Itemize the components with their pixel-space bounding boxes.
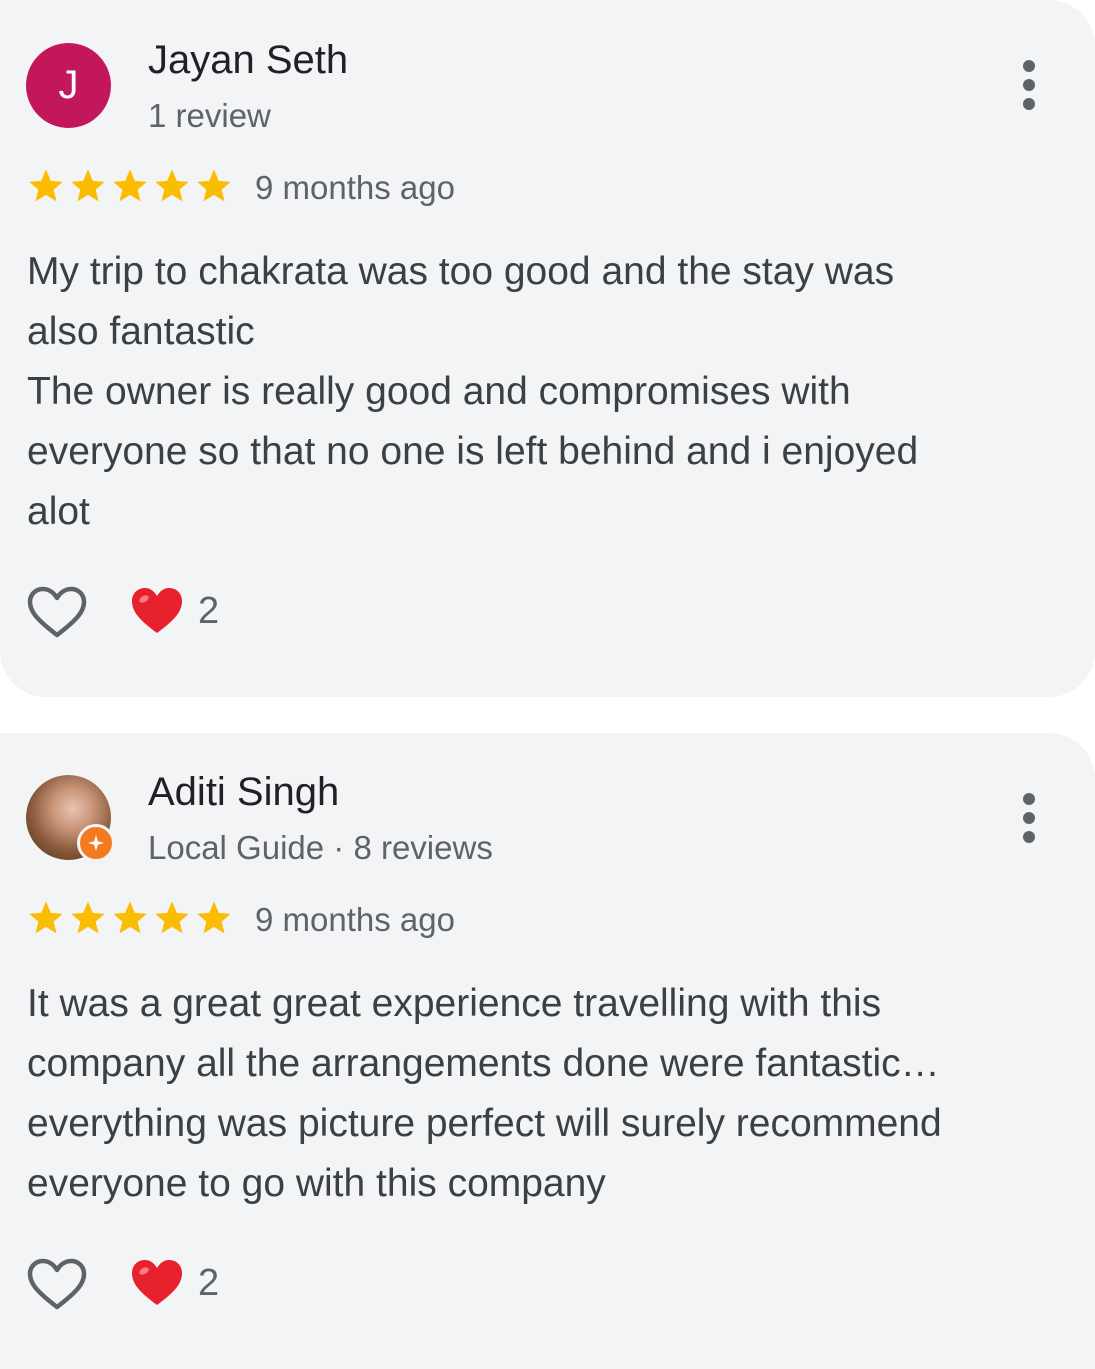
review-time: 9 months ago [255, 169, 455, 206]
review-card: Aditi Singh Local Guide · 8 reviews 9 mo… [0, 733, 1095, 1369]
star-icon [197, 901, 231, 934]
red-heart-emoji-icon [132, 588, 182, 633]
star-icon [71, 169, 105, 202]
star-rating [26, 166, 234, 206]
reaction-chip[interactable]: 2 [130, 586, 219, 636]
star-icon [29, 169, 63, 202]
heart-outline-icon[interactable] [26, 1257, 88, 1313]
avatar[interactable] [26, 775, 115, 862]
reviewer-name[interactable]: Jayan Seth [148, 40, 348, 80]
red-heart-emoji-icon [132, 1260, 182, 1305]
star-icon [29, 901, 63, 934]
star-icon [197, 169, 231, 202]
reaction-count: 2 [198, 590, 220, 632]
avatar[interactable]: J [26, 43, 111, 128]
more-vert-icon[interactable] [1014, 789, 1044, 849]
more-vert-icon[interactable] [1014, 56, 1044, 116]
review-text: It was a great great experience travelli… [27, 982, 942, 1205]
reviewer-meta: 1 review [148, 97, 271, 134]
reaction-count: 2 [198, 1262, 220, 1304]
heart-outline-icon[interactable] [26, 585, 88, 641]
star-icon [155, 901, 189, 934]
star-icon [155, 169, 189, 202]
review-time: 9 months ago [255, 901, 455, 938]
reviewer-name[interactable]: Aditi Singh [148, 772, 339, 812]
local-guide-badge-icon [77, 824, 115, 862]
reaction-chip[interactable]: 2 [130, 1258, 219, 1308]
review-text: My trip to chakrata was too good and the… [27, 250, 919, 533]
avatar-letter: J [58, 63, 79, 107]
star-icon [71, 901, 105, 934]
star-icon [113, 169, 147, 202]
star-rating [26, 898, 234, 938]
star-icon [113, 901, 147, 934]
review-card: J Jayan Seth 1 review 9 months ago My tr… [0, 0, 1095, 697]
reviewer-meta: Local Guide · 8 reviews [148, 829, 493, 866]
